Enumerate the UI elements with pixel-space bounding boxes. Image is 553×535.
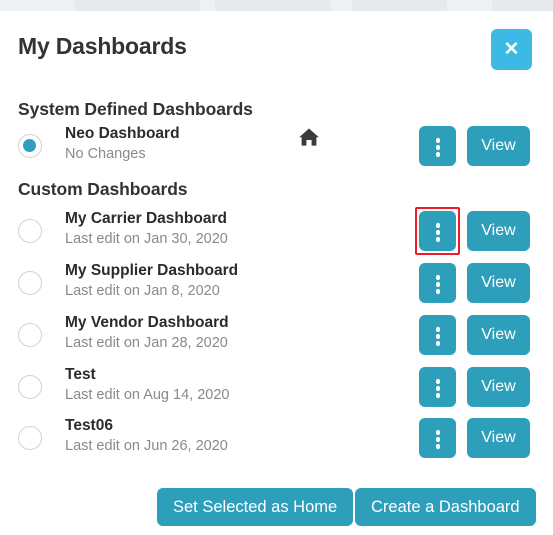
kebab-dot-icon <box>435 152 440 157</box>
table-row[interactable]: Test Last edit on Aug 14, 2020 View <box>0 366 553 412</box>
dashboard-title: My Vendor Dashboard <box>65 314 229 331</box>
dashboard-title: Test <box>65 366 96 383</box>
table-row[interactable]: My Vendor Dashboard Last edit on Jan 28,… <box>0 314 553 360</box>
view-button[interactable]: View <box>467 367 530 407</box>
dashboard-subtitle: Last edit on Jun 26, 2020 <box>65 438 228 454</box>
my-dashboards-modal: My Dashboards ✕ System Defined Dashboard… <box>0 11 553 535</box>
dashboard-radio-my-supplier[interactable] <box>18 271 42 295</box>
kebab-dot-icon <box>435 430 440 435</box>
dashboard-subtitle: Last edit on Jan 28, 2020 <box>65 335 228 351</box>
kebab-dot-icon <box>435 282 440 287</box>
kebab-dot-icon <box>435 327 440 332</box>
section-header-custom: Custom Dashboards <box>18 179 188 199</box>
row-menu-button[interactable] <box>419 367 456 407</box>
row-menu-button[interactable] <box>419 211 456 251</box>
set-selected-as-home-button[interactable]: Set Selected as Home <box>157 488 354 526</box>
row-menu-button[interactable] <box>419 126 456 166</box>
row-menu-button[interactable] <box>419 263 456 303</box>
view-button[interactable]: View <box>467 418 530 458</box>
section-header-system: System Defined Dashboards <box>18 99 253 119</box>
view-button[interactable]: View <box>467 126 530 166</box>
kebab-dot-icon <box>435 145 440 150</box>
kebab-dot-icon <box>435 379 440 384</box>
kebab-dot-icon <box>435 275 440 280</box>
table-row[interactable]: Neo Dashboard No Changes View <box>0 125 553 171</box>
dashboard-subtitle: Last edit on Jan 8, 2020 <box>65 283 220 299</box>
dashboard-subtitle: No Changes <box>65 146 146 162</box>
kebab-dot-icon <box>435 138 440 143</box>
row-menu-button[interactable] <box>419 418 456 458</box>
dashboard-radio-test06[interactable] <box>18 426 42 450</box>
dashboard-title: My Carrier Dashboard <box>65 210 227 227</box>
dashboard-radio-my-carrier[interactable] <box>18 219 42 243</box>
kebab-dot-icon <box>435 237 440 242</box>
kebab-dot-icon <box>435 289 440 294</box>
close-icon: ✕ <box>503 39 520 60</box>
dashboard-subtitle: Last edit on Jan 30, 2020 <box>65 231 228 247</box>
table-row[interactable]: My Supplier Dashboard Last edit on Jan 8… <box>0 262 553 308</box>
kebab-dot-icon <box>435 437 440 442</box>
dashboard-title: Test06 <box>65 417 113 434</box>
view-button[interactable]: View <box>467 211 530 251</box>
modal-footer: Set Selected as Home Create a Dashboard <box>0 480 553 535</box>
table-row[interactable]: Test06 Last edit on Jun 26, 2020 View <box>0 417 553 463</box>
dashboard-radio-my-vendor[interactable] <box>18 323 42 347</box>
kebab-dot-icon <box>435 334 440 339</box>
page-backdrop <box>0 0 553 11</box>
view-button[interactable]: View <box>467 263 530 303</box>
home-icon <box>298 127 320 147</box>
row-menu-button[interactable] <box>419 315 456 355</box>
kebab-dot-icon <box>435 230 440 235</box>
close-button[interactable]: ✕ <box>491 29 532 70</box>
dashboard-radio-test[interactable] <box>18 375 42 399</box>
kebab-dot-icon <box>435 223 440 228</box>
dashboard-title: Neo Dashboard <box>65 125 180 142</box>
kebab-dot-icon <box>435 386 440 391</box>
dashboard-radio-neo[interactable] <box>18 134 42 158</box>
dashboard-subtitle: Last edit on Aug 14, 2020 <box>65 387 230 403</box>
page-title: My Dashboards <box>18 33 187 59</box>
kebab-dot-icon <box>435 444 440 449</box>
dashboard-title: My Supplier Dashboard <box>65 262 239 279</box>
view-button[interactable]: View <box>467 315 530 355</box>
modal-header: My Dashboards ✕ <box>0 11 553 91</box>
kebab-dot-icon <box>435 341 440 346</box>
create-dashboard-button[interactable]: Create a Dashboard <box>355 488 536 526</box>
table-row[interactable]: My Carrier Dashboard Last edit on Jan 30… <box>0 207 553 256</box>
kebab-dot-icon <box>435 393 440 398</box>
